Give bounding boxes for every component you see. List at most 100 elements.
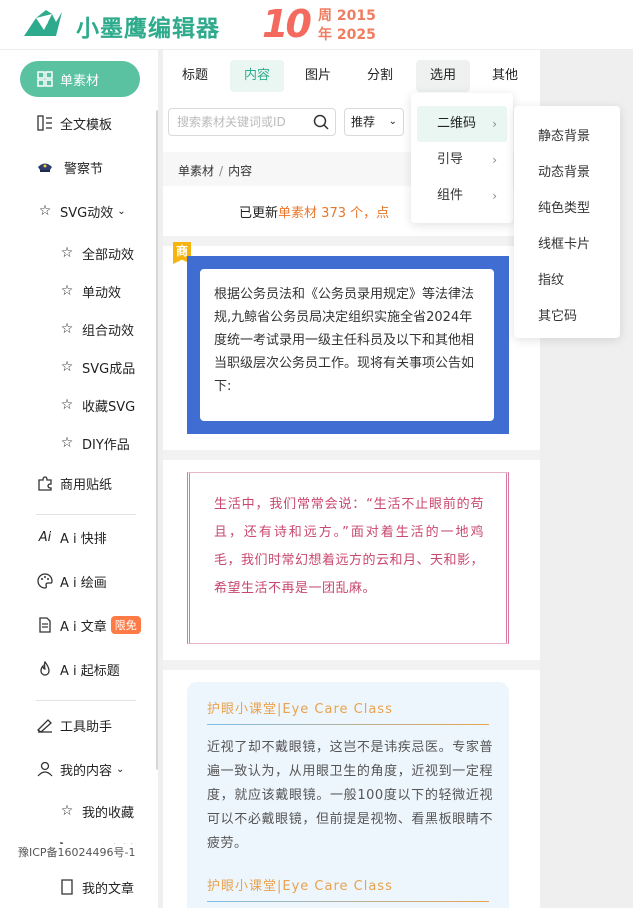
breadcrumb-root[interactable]: 单素材 bbox=[178, 164, 214, 178]
card-text: 根据公务员法和《公务员录用规定》等法律法规,九鲸省公务员局决定组织实施全省202… bbox=[200, 269, 494, 421]
submenu-item-fingerprint[interactable]: 指纹 bbox=[538, 269, 564, 288]
sidebar-item-label: 警察节 bbox=[64, 161, 104, 177]
card-text: 生活中，我们常常会说：“生活不止眼前的苟且，还有诗和远方。”面对着生活的一地鸡毛… bbox=[214, 497, 485, 596]
submenu-item-frame-card[interactable]: 线框卡片 bbox=[538, 233, 590, 252]
sidebar-item-police-day[interactable]: 警察节 bbox=[36, 152, 103, 182]
sidebar-item-svg-products[interactable]: ☆ SVG成品 bbox=[58, 352, 136, 382]
chevron-right-icon: › bbox=[492, 189, 497, 203]
qrcode-submenu: 静态背景 动态背景 纯色类型 线框卡片 指纹 其它码 bbox=[514, 106, 620, 338]
sidebar-item-label: 全部动效 bbox=[82, 247, 135, 263]
sidebar-item-tools[interactable]: 工具助手 bbox=[36, 710, 112, 740]
breadcrumb-separator: / bbox=[219, 164, 224, 178]
sort-select[interactable]: 推荐 ⌄ bbox=[344, 108, 404, 136]
sidebar-item-label: 组合动效 bbox=[82, 323, 135, 339]
tab-title[interactable]: 标题 bbox=[171, 60, 219, 92]
sidebar-item-label: 单素材 bbox=[60, 73, 100, 89]
sidebar-item-my-articles[interactable]: 我的文章 bbox=[58, 872, 134, 902]
sidebar-item-ai-layout[interactable]: Ai A i 快排 bbox=[36, 522, 107, 552]
star-icon: ☆ bbox=[60, 321, 74, 337]
sidebar-item-single-material[interactable]: 单素材 bbox=[20, 61, 140, 97]
sidebar-item-svg-effects[interactable]: ☆ SVG动效 ⌄ bbox=[36, 196, 126, 226]
document-icon bbox=[36, 616, 54, 634]
update-notice: 已更新单素材 373 个，点 bbox=[239, 206, 390, 221]
sidebar-item-my-favorites[interactable]: ☆ 我的收藏 bbox=[58, 796, 134, 826]
breadcrumb-current: 内容 bbox=[228, 164, 253, 178]
sidebar-item-label: 我的文章 bbox=[82, 881, 135, 897]
menu-item-component[interactable]: 组件 › bbox=[417, 178, 507, 214]
submenu-item-solid-color[interactable]: 纯色类型 bbox=[538, 197, 590, 216]
sidebar-item-full-template[interactable]: 全文模板 bbox=[36, 108, 112, 138]
sidebar-item-label: DIY作品 bbox=[82, 437, 130, 453]
sidebar-item-label: 我的内容 bbox=[60, 763, 113, 779]
selection-menu: 二维码 › 引导 › 组件 › bbox=[411, 93, 513, 223]
palette-icon bbox=[36, 572, 54, 590]
star-icon: ☆ bbox=[60, 283, 74, 299]
police-cap-icon bbox=[36, 158, 54, 176]
card-heading: 护眼小课堂|Eye Care Class bbox=[207, 702, 393, 717]
sidebar-item-label: A i 文章 bbox=[60, 619, 107, 635]
material-card[interactable]: 护眼小课堂|Eye Care Class 近视了却不戴眼镜，这岂不是讳疾忌医。专… bbox=[187, 682, 509, 908]
card-heading-underline bbox=[207, 901, 489, 902]
submenu-item-dynamic-bg[interactable]: 动态背景 bbox=[538, 161, 590, 180]
material-card[interactable]: 根据公务员法和《公务员录用规定》等法律法规,九鲸省公务员局决定组织实施全省202… bbox=[187, 256, 509, 434]
sidebar-item-diy-works[interactable]: ☆ DIY作品 bbox=[58, 428, 130, 458]
star-icon: ☆ bbox=[60, 435, 74, 451]
sidebar-item-ai-title[interactable]: A i 起标题 bbox=[36, 654, 120, 684]
logo-text[interactable]: 小墨鹰编辑器 bbox=[76, 9, 220, 43]
sidebar-item-favorite-svg[interactable]: ☆ 收藏SVG bbox=[58, 390, 136, 420]
sidebar-item-ai-article[interactable]: A i 文章 限免 bbox=[36, 610, 141, 640]
sidebar-item-combo-effects[interactable]: ☆ 组合动效 bbox=[58, 314, 134, 344]
sidebar-item-label: 工具助手 bbox=[60, 719, 113, 735]
free-badge: 限免 bbox=[110, 616, 141, 634]
update-unit: 个，点 bbox=[350, 206, 390, 221]
card-text: 近视了却不戴眼镜，这岂不是讳疾忌医。专家普遍一致认为，从用眼卫生的角度，近视到一… bbox=[207, 740, 493, 851]
icp-record[interactable]: 豫ICP备16024496号-1 bbox=[18, 844, 136, 860]
tab-other[interactable]: 其他 bbox=[481, 60, 529, 92]
sidebar-item-single-effect[interactable]: ☆ 单动效 bbox=[58, 276, 121, 306]
sidebar-scrollbar[interactable] bbox=[156, 110, 158, 770]
sidebar-item-label: 全文模板 bbox=[60, 117, 113, 133]
sort-label: 推荐 bbox=[351, 115, 376, 129]
search-box bbox=[168, 108, 336, 136]
sidebar-item-ai-painting[interactable]: A i 绘画 bbox=[36, 566, 107, 596]
star-icon: ☆ bbox=[60, 803, 74, 819]
chevron-down-icon: ⌄ bbox=[117, 205, 126, 217]
sidebar-divider bbox=[36, 514, 136, 515]
tab-selection[interactable]: 选用 bbox=[416, 60, 470, 92]
sidebar-item-label: 单动效 bbox=[82, 285, 122, 301]
tools-icon bbox=[36, 716, 54, 734]
anniversary-line-1: 周 2015 bbox=[318, 8, 376, 24]
card-heading: 护眼小课堂|Eye Care Class bbox=[207, 879, 393, 894]
document-icon bbox=[58, 878, 76, 896]
sidebar: 单素材 全文模板 警察节 ☆ SVG动效 ⌄ ☆ 全部动效 ☆ 单动效 ☆ 组合… bbox=[0, 50, 158, 908]
sidebar-item-my-content[interactable]: 我的内容 ⌄ bbox=[36, 754, 124, 784]
star-icon: ☆ bbox=[60, 397, 74, 413]
menu-item-qrcode[interactable]: 二维码 › bbox=[417, 106, 507, 142]
tab-content[interactable]: 内容 bbox=[230, 60, 284, 92]
fire-icon bbox=[36, 660, 54, 678]
sidebar-item-label: 我的收藏 bbox=[82, 805, 135, 821]
search-input[interactable] bbox=[169, 109, 307, 135]
sidebar-item-all-effects[interactable]: ☆ 全部动效 bbox=[58, 238, 134, 268]
sidebar-divider bbox=[36, 700, 136, 701]
card-gap bbox=[163, 236, 540, 246]
eagle-logo-icon[interactable] bbox=[22, 8, 72, 44]
chevron-down-icon: ⌄ bbox=[116, 763, 125, 775]
submenu-item-other-code[interactable]: 其它码 bbox=[538, 305, 577, 324]
search-icon[interactable] bbox=[313, 114, 329, 134]
tab-divider[interactable]: 分割 bbox=[355, 60, 405, 92]
material-card[interactable]: 生活中，我们常常会说：“生活不止眼前的苟且，还有诗和远方。”面对着生活的一地鸡毛… bbox=[187, 472, 509, 644]
sidebar-item-label: A i 快排 bbox=[60, 531, 107, 547]
card-heading-underline bbox=[207, 724, 489, 725]
menu-item-guide[interactable]: 引导 › bbox=[417, 142, 507, 178]
puzzle-icon bbox=[36, 474, 54, 492]
tab-image[interactable]: 图片 bbox=[293, 60, 343, 92]
anniversary-line-2: 年 2025 bbox=[318, 27, 376, 43]
submenu-item-static-bg[interactable]: 静态背景 bbox=[538, 125, 590, 144]
sidebar-item-label: A i 绘画 bbox=[60, 575, 107, 591]
category-tabs: 标题 内容 图片 分割 选用 其他 bbox=[163, 60, 540, 94]
chevron-right-icon: › bbox=[492, 153, 497, 167]
sidebar-item-commercial-stickers[interactable]: 商用贴纸 bbox=[36, 468, 112, 498]
anniversary-number: 10 bbox=[262, 2, 312, 46]
sidebar-item-label: A i 起标题 bbox=[60, 663, 120, 679]
